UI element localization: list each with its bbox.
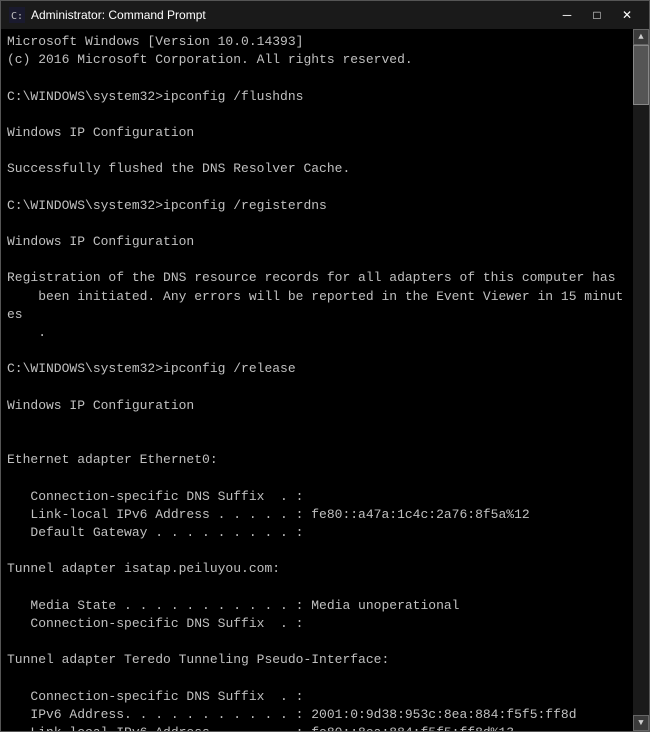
maximize-button[interactable]: □	[583, 5, 611, 25]
svg-text:C:: C:	[11, 11, 23, 22]
window-title: Administrator: Command Prompt	[31, 8, 553, 22]
title-bar-controls: ─ □ ✕	[553, 5, 641, 25]
command-prompt-window: C: Administrator: Command Prompt ─ □ ✕ M…	[0, 0, 650, 732]
console-output[interactable]: Microsoft Windows [Version 10.0.14393] (…	[1, 29, 633, 731]
scrollbar-thumb[interactable]	[633, 45, 649, 105]
scroll-down-button[interactable]: ▼	[633, 715, 649, 731]
minimize-button[interactable]: ─	[553, 5, 581, 25]
scrollbar-track[interactable]	[633, 45, 649, 715]
title-bar: C: Administrator: Command Prompt ─ □ ✕	[1, 1, 649, 29]
scrollbar[interactable]: ▲ ▼	[633, 29, 649, 731]
scroll-up-button[interactable]: ▲	[633, 29, 649, 45]
cmd-icon: C:	[9, 7, 25, 23]
close-button[interactable]: ✕	[613, 5, 641, 25]
console-area: Microsoft Windows [Version 10.0.14393] (…	[1, 29, 649, 731]
